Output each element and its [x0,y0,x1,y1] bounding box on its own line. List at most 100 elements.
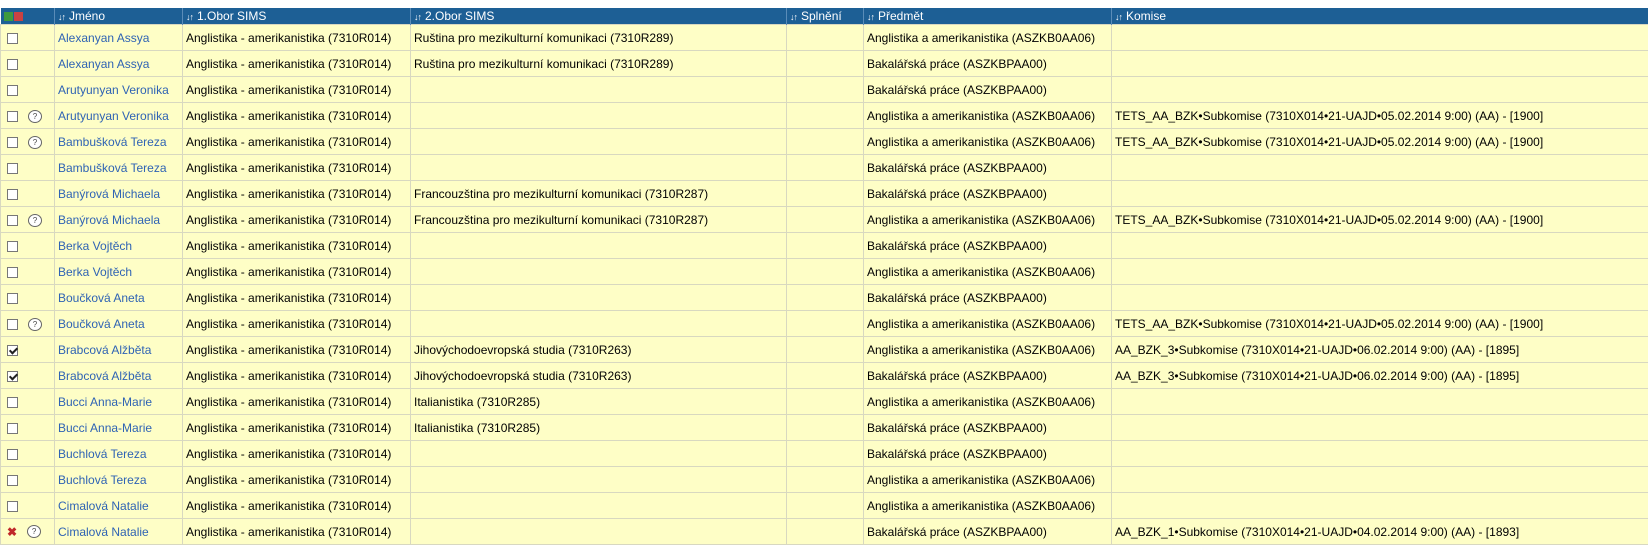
cell-obor1: Anglistika - amerikanistika (7310R014) [183,155,411,181]
cell-obor1: Anglistika - amerikanistika (7310R014) [183,493,411,519]
student-name-link[interactable]: Alexanyan Assya [58,57,149,71]
row-checkbox[interactable] [7,371,18,382]
student-name-link[interactable]: Bambušková Tereza [58,161,167,175]
header-row: ↓↑Jméno ↓↑1.Obor SIMS ↓↑2.Obor SIMS ↓↑Sp… [1,8,1648,25]
cell-splneni [787,207,864,233]
row-checkbox[interactable] [7,137,18,148]
cell-komise: TETS_AA_BZK•Subkomise (7310X014•21-UAJD•… [1112,311,1648,337]
student-name-link[interactable]: Banýrová Michaela [58,213,160,227]
cell-komise [1112,259,1648,285]
table-row: ?Arutyunyan VeronikaAnglistika - amerika… [1,103,1648,129]
cell-obor2 [411,259,787,285]
student-name-link[interactable]: Cimalová Natalie [58,499,149,513]
deselect-all-icon[interactable] [14,12,23,21]
cell-komise [1112,181,1648,207]
student-name-link[interactable]: Alexanyan Assya [58,31,149,45]
cell-predmet: Anglistika a amerikanistika (ASZKB0AA06) [864,259,1112,285]
row-checkbox[interactable] [7,59,18,70]
row-checkbox[interactable] [7,475,18,486]
cell-obor2 [411,519,787,545]
sort-arrows-icon[interactable]: ↓↑ [867,12,874,22]
column-header-jmeno[interactable]: ↓↑Jméno [55,8,183,25]
student-name-link[interactable]: Banýrová Michaela [58,187,160,201]
cell-komise: TETS_AA_BZK•Subkomise (7310X014•21-UAJD•… [1112,103,1648,129]
student-name-link[interactable]: Brabcová Alžběta [58,369,151,383]
row-select-cell: ✖? [1,519,55,545]
row-select-cell [1,363,55,389]
sort-arrows-icon[interactable]: ↓↑ [1115,12,1122,22]
student-name-link[interactable]: Boučková Aneta [58,317,145,331]
row-checkbox[interactable] [7,241,18,252]
cell-obor1: Anglistika - amerikanistika (7310R014) [183,519,411,545]
student-name-link[interactable]: Arutyunyan Veronika [58,109,169,123]
comment-icon[interactable]: ? [27,525,41,538]
cell-predmet: Bakalářská práce (ASZKBPAA00) [864,441,1112,467]
sort-arrows-icon[interactable]: ↓↑ [58,12,65,22]
row-select-cell [1,181,55,207]
table-row: ?Bambušková TerezaAnglistika - amerikani… [1,129,1648,155]
row-checkbox[interactable] [7,397,18,408]
cell-komise [1112,415,1648,441]
cell-obor2: Italianistika (7310R285) [411,389,787,415]
sort-arrows-icon[interactable]: ↓↑ [414,12,421,22]
cell-obor1: Anglistika - amerikanistika (7310R014) [183,51,411,77]
row-select-cell [1,259,55,285]
cell-splneni [787,25,864,51]
row-checkbox[interactable] [7,267,18,278]
cell-obor2 [411,155,787,181]
comment-icon[interactable]: ? [28,136,42,149]
student-name-link[interactable]: Bambušková Tereza [58,135,167,149]
column-header-splneni[interactable]: ↓↑Splnění [787,8,864,25]
row-checkbox[interactable] [7,85,18,96]
comment-icon[interactable]: ? [28,214,42,227]
column-header-komise[interactable]: ↓↑Komise [1112,8,1648,25]
cell-predmet: Bakalářská práce (ASZKBPAA00) [864,519,1112,545]
row-select-cell [1,285,55,311]
comment-icon[interactable]: ? [28,110,42,123]
student-name-link[interactable]: Berka Vojtěch [58,239,132,253]
cell-obor2: Francouzština pro mezikulturní komunikac… [411,207,787,233]
student-name-link[interactable]: Buchlová Tereza [58,447,147,461]
cell-predmet: Anglistika a amerikanistika (ASZKB0AA06) [864,103,1112,129]
row-checkbox[interactable] [7,423,18,434]
student-name-link[interactable]: Cimalová Natalie [58,525,149,539]
student-name-link[interactable]: Arutyunyan Veronika [58,83,169,97]
student-name-link[interactable]: Boučková Aneta [58,291,145,305]
table-row: Bucci Anna-MarieAnglistika - amerikanist… [1,415,1648,441]
cell-splneni [787,337,864,363]
row-checkbox[interactable] [7,111,18,122]
cell-obor2: Ruština pro mezikulturní komunikaci (731… [411,51,787,77]
student-name-link[interactable]: Bucci Anna-Marie [58,421,152,435]
row-checkbox[interactable] [7,215,18,226]
student-name-link[interactable]: Brabcová Alžběta [58,343,151,357]
comment-icon[interactable]: ? [28,318,42,331]
select-all-icon[interactable] [4,12,13,21]
row-checkbox[interactable] [7,293,18,304]
cell-obor2 [411,493,787,519]
student-name-link[interactable]: Bucci Anna-Marie [58,395,152,409]
sort-arrows-icon[interactable]: ↓↑ [186,12,193,22]
row-checkbox[interactable] [7,163,18,174]
cell-splneni [787,77,864,103]
row-checkbox[interactable] [7,501,18,512]
close-icon[interactable]: ✖ [7,525,17,539]
row-checkbox[interactable] [7,449,18,460]
cell-splneni [787,363,864,389]
row-checkbox[interactable] [7,33,18,44]
row-checkbox[interactable] [7,319,18,330]
cell-obor1: Anglistika - amerikanistika (7310R014) [183,259,411,285]
column-header-obor2[interactable]: ↓↑2.Obor SIMS [411,8,787,25]
sort-arrows-icon[interactable]: ↓↑ [790,12,797,22]
cell-predmet: Bakalářská práce (ASZKBPAA00) [864,415,1112,441]
row-checkbox[interactable] [7,345,18,356]
student-name-link[interactable]: Berka Vojtěch [58,265,132,279]
cell-jmeno: Bambušková Tereza [55,155,183,181]
cell-predmet: Anglistika a amerikanistika (ASZKB0AA06) [864,311,1112,337]
cell-splneni [787,493,864,519]
student-name-link[interactable]: Buchlová Tereza [58,473,147,487]
column-header-obor1[interactable]: ↓↑1.Obor SIMS [183,8,411,25]
cell-predmet: Bakalářská práce (ASZKBPAA00) [864,233,1112,259]
cell-jmeno: Brabcová Alžběta [55,337,183,363]
row-checkbox[interactable] [7,189,18,200]
column-header-predmet[interactable]: ↓↑Předmět [864,8,1112,25]
